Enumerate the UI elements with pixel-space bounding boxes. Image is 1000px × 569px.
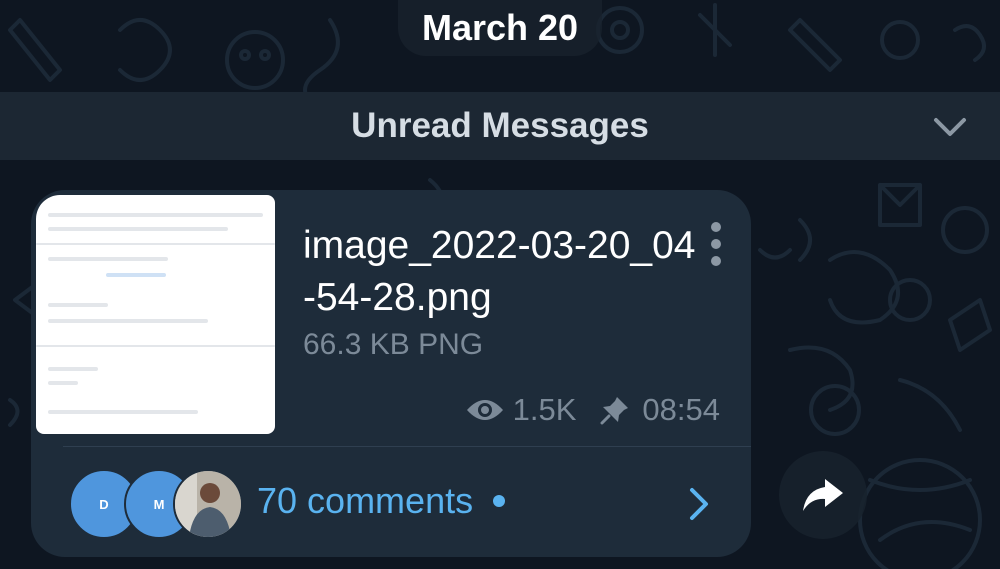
message-info: 1.5K 08:54 <box>465 390 720 430</box>
avatar-initial: M <box>153 496 165 512</box>
share-arrow-icon <box>803 479 843 511</box>
comments-count: 70 comments <box>257 480 474 521</box>
divider <box>63 446 751 447</box>
new-comments-dot <box>493 495 506 507</box>
date-divider: March 20 <box>398 0 602 56</box>
file-size-type: 66.3 KB PNG <box>303 328 484 361</box>
avatar-photo <box>173 469 243 539</box>
more-vertical-icon[interactable] <box>702 220 730 268</box>
chevron-down-icon[interactable] <box>932 112 968 140</box>
share-button[interactable] <box>779 451 867 539</box>
unread-messages-label: Unread Messages <box>351 106 649 145</box>
image-thumbnail[interactable] <box>36 195 275 434</box>
person-photo-icon <box>175 471 241 537</box>
eye-icon <box>466 400 503 420</box>
avatar-initial: D <box>99 496 109 512</box>
pin-icon <box>600 397 629 425</box>
unread-messages-banner[interactable]: Unread Messages <box>0 92 1000 160</box>
views-count: 1.5K <box>512 392 577 427</box>
chevron-right-icon[interactable] <box>687 486 711 522</box>
file-message-bubble[interactable]: image_2022-03-20_04-54-28.png 66.3 KB PN… <box>31 190 751 557</box>
file-name: image_2022-03-20_04-54-28.png <box>303 224 696 319</box>
comments-link[interactable]: 70 comments <box>257 480 506 522</box>
message-time: 08:54 <box>642 392 720 427</box>
